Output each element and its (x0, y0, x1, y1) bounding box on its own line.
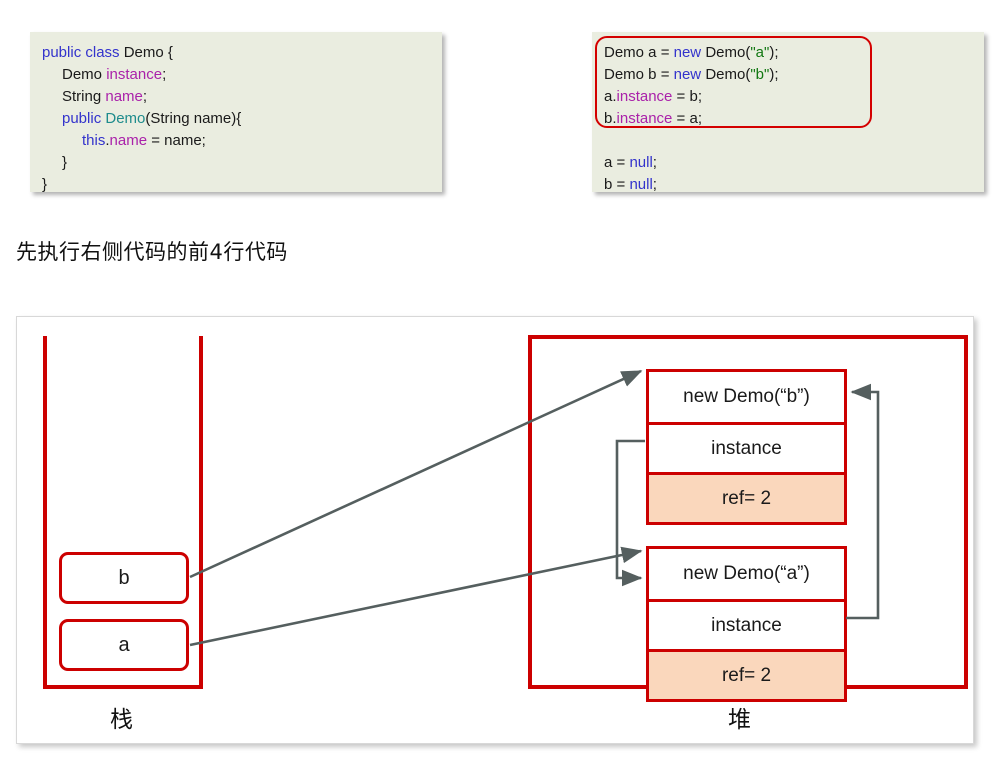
code-token: public (62, 110, 106, 127)
code-token: "b" (750, 66, 770, 83)
code-token: name (109, 132, 148, 149)
code-token: instance (106, 66, 163, 83)
stack-variable-b-label: b (118, 566, 130, 589)
stack-variable-b[interactable]: b (59, 552, 189, 604)
heap-object-demo-a[interactable]: new Demo(“a”) instance ref= 2 (646, 546, 847, 702)
code-token: this (82, 132, 106, 149)
code-token: Demo( (705, 66, 751, 83)
code-block-class-definition: public class Demo {Demo instance; String … (30, 32, 442, 193)
heap-object-demo-b[interactable]: new Demo(“b”) instance ref= 2 (646, 369, 847, 525)
code-token: null (629, 176, 653, 193)
code-token: Demo( (705, 44, 751, 61)
code-block-main-statements: Demo a = new Demo("a"); Demo b = new Demo… (592, 32, 984, 193)
memory-diagram: b a new Demo(“b”) instance ref= 2 new De… (16, 316, 974, 744)
main-code-line-3: a.instance = b; (604, 86, 972, 108)
code-token: Demo (105, 110, 146, 127)
code-token: ; (652, 176, 657, 193)
code-token: = b; (672, 88, 702, 105)
code-token: } (42, 176, 48, 193)
class-code-line-6: } (42, 152, 430, 174)
code-token: ); (769, 44, 779, 61)
code-token: = name; (147, 132, 206, 149)
code-token: ; (162, 66, 167, 83)
class-code-line-1: public class Demo { (42, 42, 430, 64)
code-token: instance (616, 110, 673, 127)
main-code-line-4: b.instance = a; (604, 108, 972, 130)
code-token: instance (616, 88, 673, 105)
heap-object-demo-b-title: new Demo(“b”) (649, 372, 844, 422)
main-code-line-1: Demo a = new Demo("a"); (604, 42, 972, 64)
heap-object-demo-b-instance-field: instance (649, 422, 844, 472)
main-code-line-5 (604, 130, 972, 152)
code-token: a = (604, 154, 630, 171)
code-token: ; (652, 154, 657, 171)
code-token: b = (604, 176, 630, 193)
code-token: = a; (672, 110, 702, 127)
code-token: } (62, 154, 68, 171)
code-token: new (673, 44, 706, 61)
code-token: ; (142, 88, 148, 105)
code-token: public class (42, 44, 124, 61)
code-token: null (629, 154, 653, 171)
code-token: (String name){ (145, 110, 242, 127)
heap-object-demo-b-refcount: ref= 2 (649, 472, 844, 522)
code-token: b. (604, 110, 617, 127)
code-token: Demo a = (604, 44, 674, 61)
heap-label: 堆 (728, 707, 751, 733)
code-token: new (673, 66, 706, 83)
heap-object-demo-a-instance-field: instance (649, 599, 844, 649)
code-token: name (105, 88, 143, 105)
stack-label: 栈 (110, 707, 133, 733)
code-token: "a" (750, 44, 770, 61)
class-code-line-4: public Demo(String name){ (42, 108, 430, 130)
class-code-line-3: String name; (42, 86, 430, 108)
code-token: Demo { (123, 44, 173, 61)
main-code-line-2: Demo b = new Demo("b"); (604, 64, 972, 86)
heap-object-demo-a-title: new Demo(“a”) (649, 549, 844, 599)
class-code-line-7: } (42, 174, 430, 196)
main-code-line-6: a = null; (604, 152, 972, 174)
caption-text: 先执行右侧代码的前4行代码 (16, 240, 288, 264)
class-code-line-2: Demo instance; (42, 64, 430, 86)
code-token: a. (604, 88, 617, 105)
stack-variable-a-label: a (118, 633, 130, 656)
code-token: Demo (62, 66, 107, 83)
code-token: Demo b = (604, 66, 674, 83)
code-token: String (62, 88, 106, 105)
heap-object-demo-a-refcount: ref= 2 (649, 649, 844, 699)
stack-variable-a[interactable]: a (59, 619, 189, 671)
code-token: ); (769, 66, 779, 83)
main-code-line-7: b = null; (604, 174, 972, 196)
class-code-line-5: this.name = name; (42, 130, 430, 152)
